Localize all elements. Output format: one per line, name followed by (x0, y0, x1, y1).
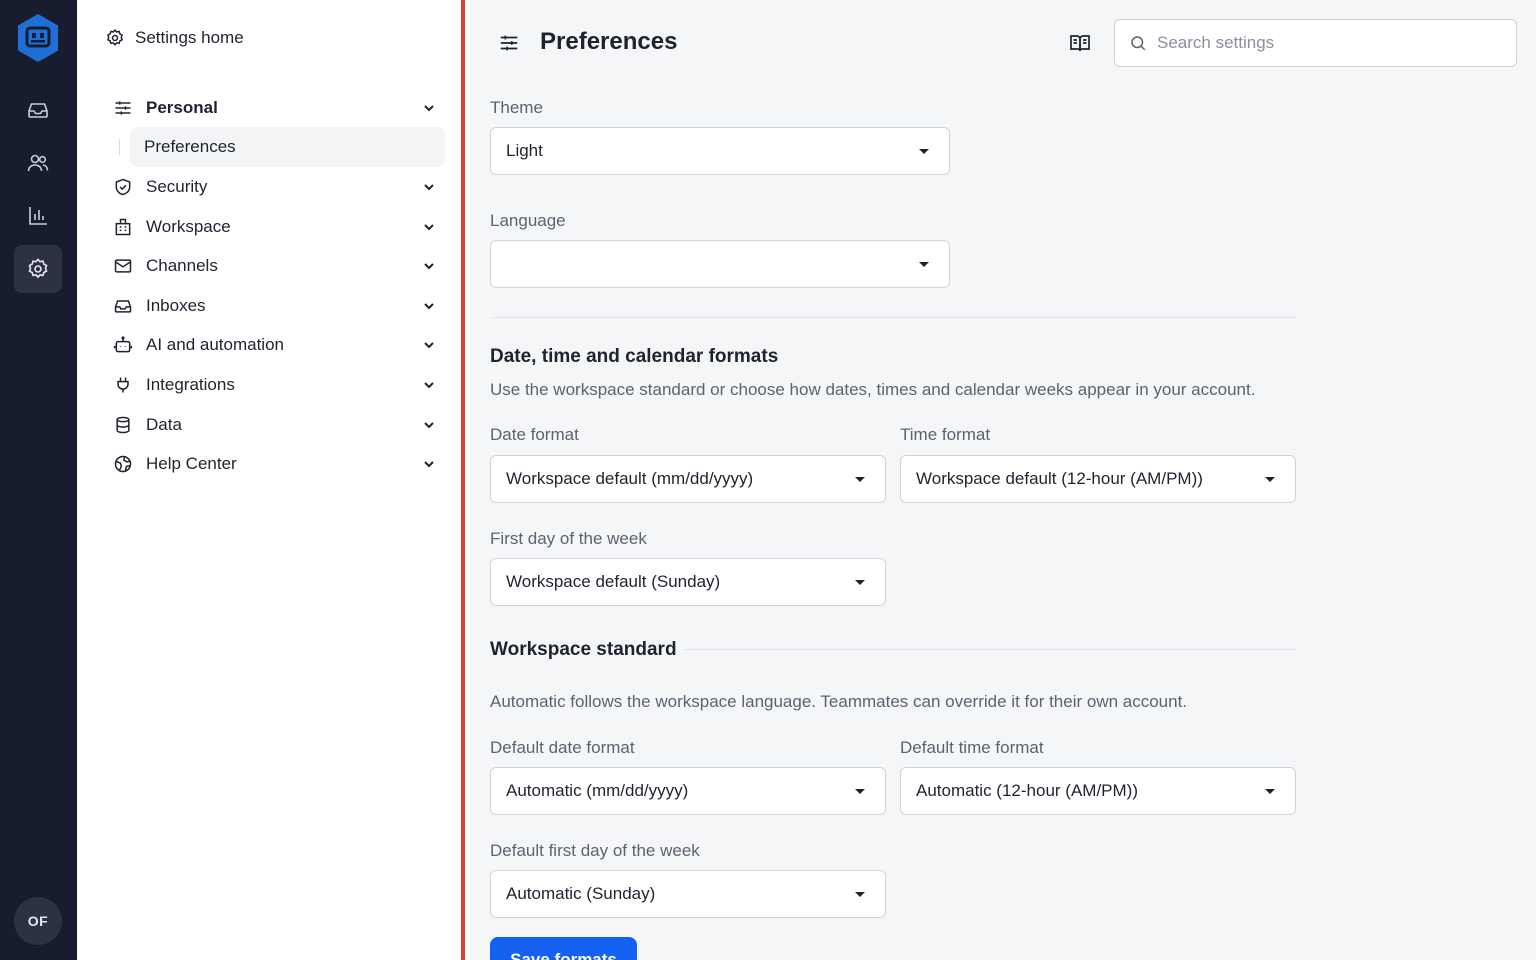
globe-icon (114, 455, 132, 473)
time-format-value: Workspace default (12-hour (AM/PM)) (916, 469, 1203, 488)
search-icon (1131, 36, 1146, 51)
divider (490, 317, 1296, 318)
default-time-label: Default time format (900, 738, 1044, 757)
date-format-value: Workspace default (mm/dd/yyyy) (506, 469, 754, 488)
sidebar-item-workspace[interactable]: Workspace (113, 212, 437, 242)
chevron-down-icon (424, 263, 434, 270)
theme-value: Light (506, 141, 543, 160)
chevron-down-icon (424, 461, 434, 468)
sidebar-item-label: Security (146, 177, 208, 196)
settings-home-label: Settings home (135, 28, 244, 47)
sidebar-item-label: Channels (146, 256, 218, 275)
default-first-day-value: Automatic (Sunday) (506, 884, 656, 903)
theme-label: Theme (490, 98, 543, 117)
sidebar-item-ai-automation[interactable]: AI and automation (113, 330, 437, 360)
main-content: Preferences Theme Light Language Date, t… (470, 0, 1536, 960)
caret-down-icon (855, 788, 865, 794)
building-icon (115, 218, 131, 236)
save-formats-button[interactable]: Save formats (490, 937, 637, 960)
default-date-value: Automatic (mm/dd/yyyy) (506, 781, 689, 800)
settings-nav: Settings home Personal Preferences Secur… (77, 0, 461, 960)
plug-icon (117, 377, 129, 393)
rail-settings-button[interactable] (14, 245, 62, 293)
mail-icon (114, 259, 132, 273)
sidebar-item-label: Help Center (146, 454, 237, 473)
chevron-down-icon (424, 184, 434, 191)
sidebar-item-preferences[interactable]: Preferences (130, 127, 445, 167)
page-title: Preferences (540, 28, 678, 55)
sidebar-item-help-center[interactable]: Help Center (113, 449, 437, 479)
chevron-down-icon (424, 105, 434, 112)
default-date-select[interactable]: Automatic (mm/dd/yyyy) (490, 767, 886, 815)
sliders-icon (500, 35, 518, 51)
rail-contacts-button[interactable] (14, 139, 62, 187)
sidebar-item-data[interactable]: Data (113, 410, 437, 440)
sidebar-item-security[interactable]: Security (113, 172, 437, 202)
caret-down-icon (1265, 476, 1275, 482)
caret-down-icon (919, 261, 929, 267)
sidebar-item-channels[interactable]: Channels (113, 251, 437, 281)
user-avatar[interactable]: OF (14, 897, 62, 945)
caret-down-icon (1265, 788, 1275, 794)
settings-icon (28, 258, 48, 279)
sidebar-item-label: Workspace (146, 217, 231, 236)
rail-reports-button[interactable] (14, 192, 62, 240)
first-day-value: Workspace default (Sunday) (506, 572, 721, 591)
default-date-label: Default date format (490, 738, 635, 757)
first-day-label: First day of the week (490, 529, 647, 548)
first-day-select[interactable]: Workspace default (Sunday) (490, 558, 886, 606)
sidebar-item-label: Integrations (146, 375, 235, 394)
language-label: Language (490, 211, 566, 230)
sidebar-item-label: AI and automation (146, 335, 284, 354)
default-time-value: Automatic (12-hour (AM/PM)) (916, 781, 1138, 800)
robot-icon (113, 336, 133, 353)
date-format-select[interactable]: Workspace default (mm/dd/yyyy) (490, 455, 886, 503)
gear-icon (106, 28, 124, 46)
chevron-down-icon (424, 422, 434, 429)
default-first-day-select[interactable]: Automatic (Sunday) (490, 870, 886, 918)
sidebar-item-label: Personal (146, 98, 218, 117)
sidebar-item-label: Inboxes (146, 296, 206, 315)
chevron-down-icon (424, 382, 434, 389)
default-time-select[interactable]: Automatic (12-hour (AM/PM)) (900, 767, 1296, 815)
rail-inbox-button[interactable] (14, 86, 62, 134)
caret-down-icon (855, 891, 865, 897)
caret-down-icon (855, 579, 865, 585)
inbox-icon (114, 300, 132, 313)
workspace-standard-title: Workspace standard (490, 639, 683, 661)
caret-down-icon (919, 148, 929, 154)
theme-select[interactable]: Light (490, 127, 950, 175)
search-box[interactable] (1114, 19, 1517, 67)
sidebar-item-label: Data (146, 415, 182, 434)
caret-down-icon (855, 476, 865, 482)
settings-home-link[interactable]: Settings home (105, 28, 244, 48)
inbox-icon (28, 103, 48, 118)
sidebar-item-personal[interactable]: Personal (113, 93, 437, 123)
default-first-day-label: Default first day of the week (490, 841, 700, 860)
date-format-label: Date format (490, 425, 579, 444)
chevron-down-icon (424, 303, 434, 310)
shield-icon (115, 178, 131, 196)
sidebar-item-integrations[interactable]: Integrations (113, 370, 437, 400)
subnav-line (119, 139, 120, 155)
chevron-down-icon (424, 224, 434, 231)
language-select[interactable] (490, 240, 950, 288)
reports-icon (29, 207, 47, 225)
book-icon[interactable] (1068, 31, 1092, 55)
formats-section-title: Date, time and calendar formats (490, 346, 785, 368)
chevron-down-icon (424, 342, 434, 349)
contacts-icon (27, 154, 49, 172)
time-format-select[interactable]: Workspace default (12-hour (AM/PM)) (900, 455, 1296, 503)
time-format-label: Time format (900, 425, 991, 444)
workspace-standard-description: Automatic follows the workspace language… (490, 692, 1188, 711)
sidebar-item-inboxes[interactable]: Inboxes (113, 291, 437, 321)
formats-description: Use the workspace standard or choose how… (490, 380, 1256, 399)
database-icon (116, 416, 130, 434)
app-rail: OF (0, 0, 77, 960)
sliders-icon (115, 101, 131, 115)
app-logo-icon[interactable] (14, 12, 62, 64)
search-input[interactable] (1157, 33, 1497, 53)
